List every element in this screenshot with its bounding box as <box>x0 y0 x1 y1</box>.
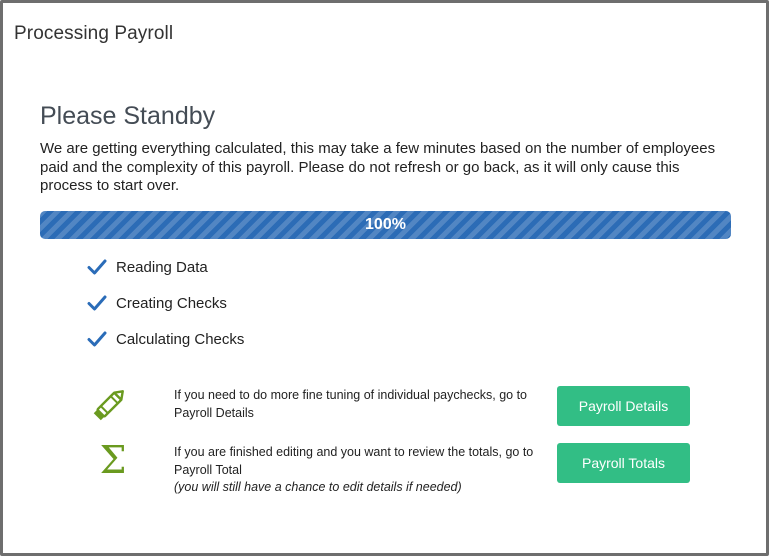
action-description: If you are finished editing and you want… <box>174 445 534 477</box>
action-note: (you will still have a chance to edit de… <box>174 480 462 494</box>
progress-bar: 100% <box>40 211 731 239</box>
step-label: Calculating Checks <box>116 330 245 348</box>
step-item: Calculating Checks <box>87 321 244 357</box>
sigma-icon: Σ <box>100 441 127 479</box>
check-icon <box>87 295 107 311</box>
step-item: Reading Data <box>87 249 244 285</box>
step-item: Creating Checks <box>87 285 244 321</box>
check-icon <box>87 331 107 347</box>
action-description: If you need to do more fine tuning of in… <box>174 388 528 420</box>
status-description: We are getting everything calculated, th… <box>40 140 716 194</box>
payroll-details-button[interactable]: Payroll Details <box>557 386 690 426</box>
step-list: Reading Data Creating Checks Calculating… <box>87 249 244 357</box>
svg-text:Σ: Σ <box>100 441 127 479</box>
check-icon <box>87 259 107 275</box>
step-label: Reading Data <box>116 258 208 276</box>
processing-dialog: Processing Payroll Please Standby We are… <box>0 0 769 556</box>
status-heading: Please Standby <box>40 102 216 130</box>
progress-label: 100% <box>365 216 406 233</box>
payroll-totals-button[interactable]: Payroll Totals <box>557 443 690 483</box>
dialog-title: Processing Payroll <box>14 23 174 44</box>
step-label: Creating Checks <box>116 294 227 312</box>
action-text: If you are finished editing and you want… <box>174 444 544 497</box>
action-text: If you need to do more fine tuning of in… <box>174 387 544 422</box>
pencil-icon <box>93 390 124 421</box>
